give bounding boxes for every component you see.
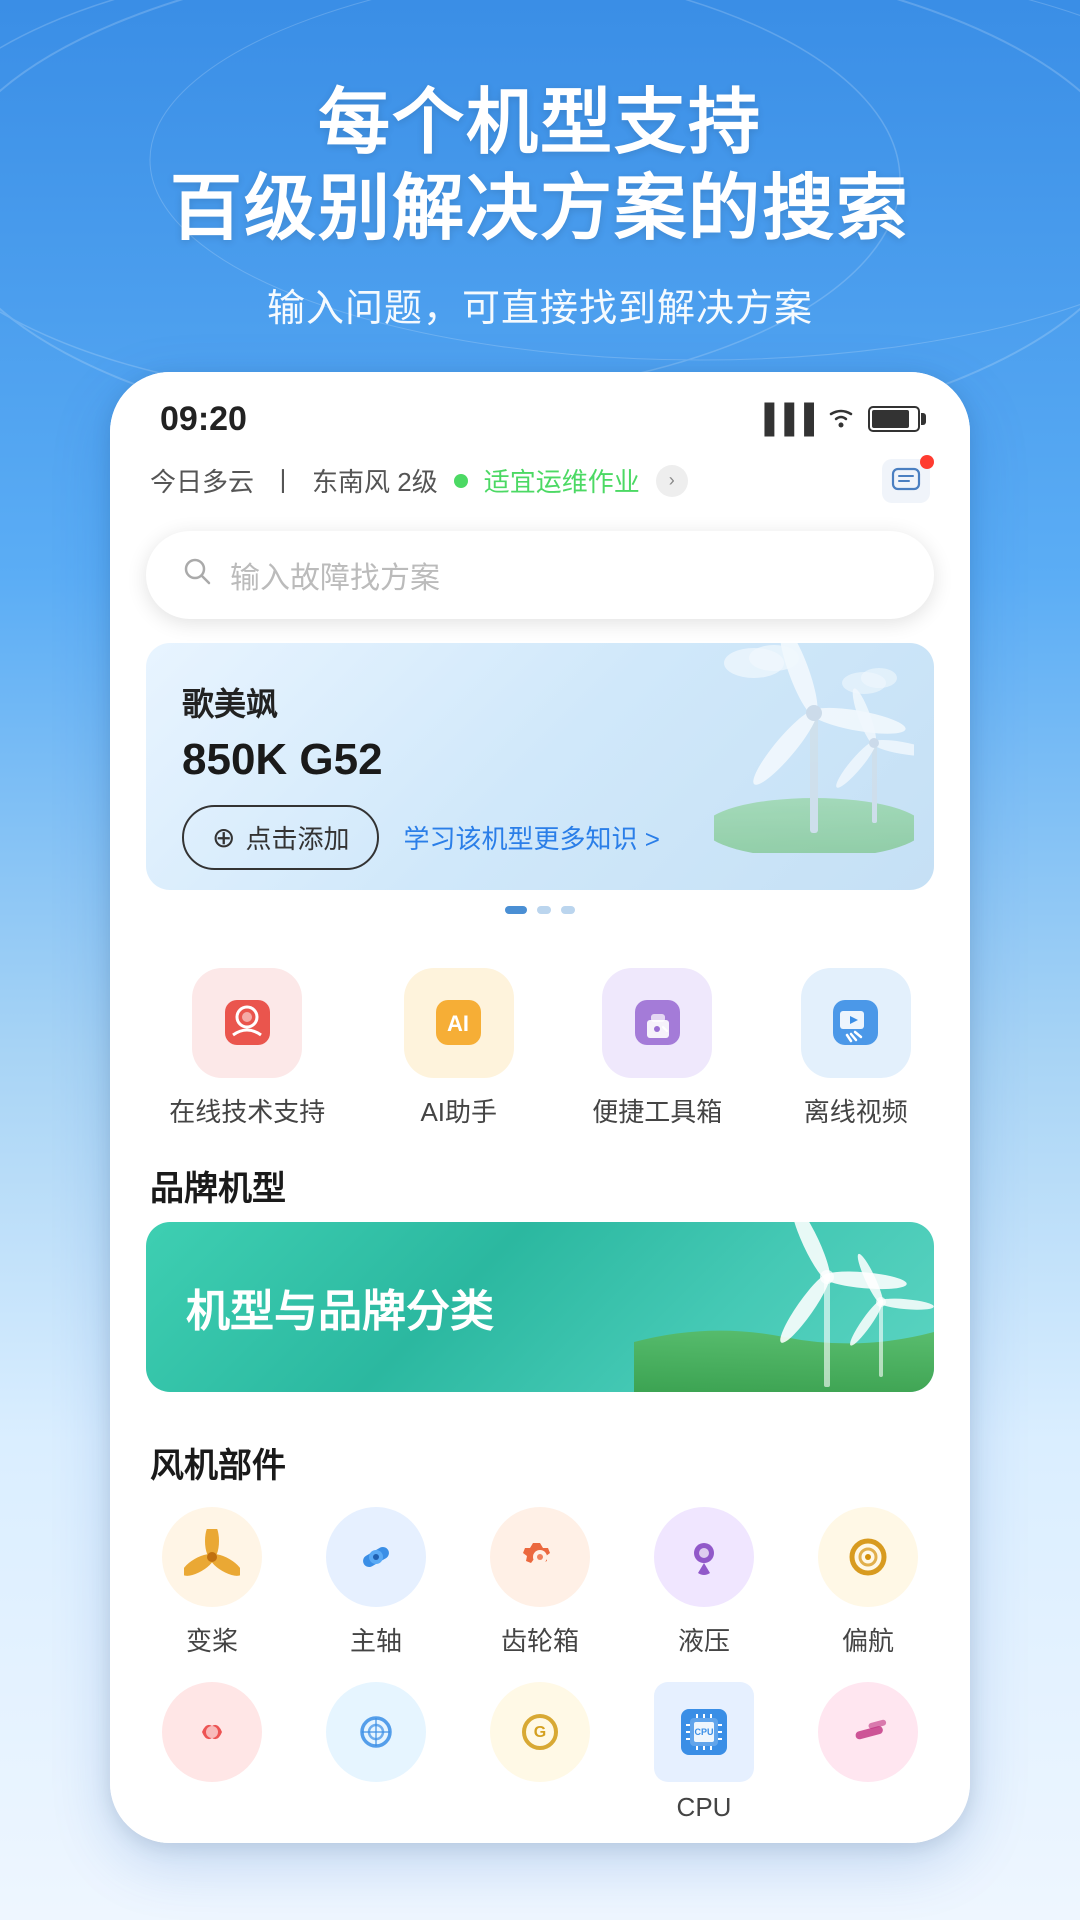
status-bar: 09:20 ▐▐▐ xyxy=(110,372,970,449)
battery-icon xyxy=(868,406,920,432)
comp-item-2-5[interactable] xyxy=(818,1682,918,1823)
signal-icon: ▐▐▐ xyxy=(754,403,814,435)
search-icon xyxy=(182,556,212,594)
brand-card-text: 机型与品牌分类 xyxy=(186,1275,494,1339)
phone-mockup: 09:20 ▐▐▐ 今日多云 丨 东南风 2级 适宜运维作业 › xyxy=(110,372,970,1843)
wifi-icon xyxy=(826,404,856,435)
suitable-text: 适宜运维作业 xyxy=(484,462,640,499)
row2-icon-2 xyxy=(326,1682,426,1782)
status-icons: ▐▐▐ xyxy=(754,403,920,435)
add-icon: ⊕ xyxy=(212,821,235,854)
comp-item-2-1[interactable] xyxy=(162,1682,262,1823)
zhuzou-icon xyxy=(326,1507,426,1607)
search-bar[interactable]: 输入故障找方案 xyxy=(146,531,934,619)
component-title: 风机部件 xyxy=(110,1422,970,1507)
feature-card: 歌美飒 850K G52 ⊕ 点击添加 学习该机型更多知识 > xyxy=(146,643,934,890)
bianjian-icon xyxy=(162,1507,262,1607)
hero-title-line2: 百级别解决方案的搜索 xyxy=(170,169,910,249)
card-dots xyxy=(146,890,934,918)
svg-text:AI: AI xyxy=(447,1011,469,1036)
chat-badge xyxy=(920,455,934,469)
quick-item-support[interactable]: 在线技术支持 xyxy=(169,968,325,1129)
hero-title-line1: 每个机型支持 xyxy=(318,83,762,163)
bianjian-label: 变桨 xyxy=(186,1621,238,1658)
hero-section: 每个机型支持 百级别解决方案的搜索 输入问题，可直接找到解决方案 xyxy=(0,0,1080,372)
windmill-illustration xyxy=(714,643,914,843)
brand-card[interactable]: 机型与品牌分类 xyxy=(146,1222,934,1392)
chat-icon-wrap xyxy=(882,459,930,503)
comp-item-yeya[interactable]: 液压 xyxy=(654,1507,754,1658)
wind-text: 东南风 2级 xyxy=(312,462,438,499)
cpu-icon: CPU xyxy=(654,1682,754,1782)
component-icons-row2: G CPU xyxy=(110,1682,970,1823)
svg-text:CPU: CPU xyxy=(694,1727,713,1737)
brand-card-wrap: 机型与品牌分类 xyxy=(110,1222,970,1412)
card-model: 850K G52 xyxy=(182,735,660,785)
quick-item-toolbox[interactable]: 便捷工具箱 xyxy=(592,968,722,1129)
pianghang-label: 偏航 xyxy=(842,1621,894,1658)
chilunxiang-label: 齿轮箱 xyxy=(501,1621,579,1658)
card-brand: 歌美飒 xyxy=(182,679,660,725)
comp-item-cpu[interactable]: CPU xyxy=(654,1682,754,1823)
dot-3 xyxy=(561,906,575,914)
status-time: 09:20 xyxy=(160,400,247,439)
hero-subtitle: 输入问题，可直接找到解决方案 xyxy=(60,277,1020,332)
search-placeholder: 输入故障找方案 xyxy=(230,553,440,597)
toolbox-label: 便捷工具箱 xyxy=(592,1092,722,1129)
toolbox-icon-bg xyxy=(602,968,712,1078)
comp-item-zhuzou[interactable]: 主轴 xyxy=(326,1507,426,1658)
search-wrap: 输入故障找方案 xyxy=(110,521,970,643)
weather-arrow[interactable]: › xyxy=(656,465,688,497)
ai-icon-bg: AI xyxy=(404,968,514,1078)
support-label: 在线技术支持 xyxy=(169,1092,325,1129)
svg-text:G: G xyxy=(534,1724,546,1741)
weather-separator: 丨 xyxy=(270,462,296,499)
ai-label: AI助手 xyxy=(420,1092,497,1129)
quick-item-ai[interactable]: AI AI助手 xyxy=(404,968,514,1129)
dot-1 xyxy=(505,906,527,914)
comp-item-2-3[interactable]: G xyxy=(490,1682,590,1823)
cpu-label: CPU xyxy=(677,1792,732,1823)
row2-icon-5 xyxy=(818,1682,918,1782)
comp-item-chilunxiang[interactable]: 齿轮箱 xyxy=(490,1507,590,1658)
card-section: 歌美飒 850K G52 ⊕ 点击添加 学习该机型更多知识 > xyxy=(110,643,970,938)
row2-icon-3: G xyxy=(490,1682,590,1782)
offline-video-label: 离线视频 xyxy=(804,1092,908,1129)
comp-item-pianghang[interactable]: 偏航 xyxy=(818,1507,918,1658)
hero-title: 每个机型支持 百级别解决方案的搜索 xyxy=(60,80,1020,253)
pianghang-icon xyxy=(818,1507,918,1607)
comp-item-bianjian[interactable]: 变桨 xyxy=(162,1507,262,1658)
support-icon-bg xyxy=(192,968,302,1078)
yeya-label: 液压 xyxy=(678,1621,730,1658)
suitable-dot xyxy=(454,474,468,488)
quick-icons: 在线技术支持 AI AI助手 便捷工具箱 xyxy=(110,938,970,1145)
add-label: 点击添加 xyxy=(245,819,349,856)
zhuzou-label: 主轴 xyxy=(350,1621,402,1658)
brand-section-title: 品牌机型 xyxy=(110,1145,970,1222)
weather-bar: 今日多云 丨 东南风 2级 适宜运维作业 › xyxy=(110,449,970,521)
card-actions: ⊕ 点击添加 学习该机型更多知识 > xyxy=(182,805,660,870)
add-button[interactable]: ⊕ 点击添加 xyxy=(182,805,379,870)
chilunxiang-icon xyxy=(490,1507,590,1607)
comp-item-2-2[interactable] xyxy=(326,1682,426,1823)
row2-icon-1 xyxy=(162,1682,262,1782)
weather-text: 今日多云 xyxy=(150,462,254,499)
card-left: 歌美飒 850K G52 ⊕ 点击添加 学习该机型更多知识 > xyxy=(182,679,660,870)
learn-link[interactable]: 学习该机型更多知识 > xyxy=(403,819,659,856)
offline-video-icon-bg xyxy=(801,968,911,1078)
yeya-icon xyxy=(654,1507,754,1607)
brand-windmills xyxy=(634,1222,934,1392)
component-section: 风机部件 变桨 xyxy=(110,1412,970,1843)
component-icons-row1: 变桨 主轴 xyxy=(110,1507,970,1658)
dot-2 xyxy=(537,906,551,914)
quick-item-offline-video[interactable]: 离线视频 xyxy=(801,968,911,1129)
